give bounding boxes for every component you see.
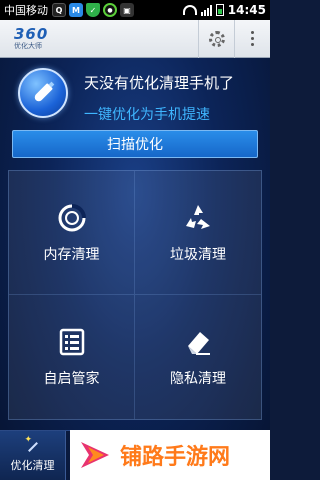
lock-icon: ▣ xyxy=(120,3,134,17)
shield-icon: ✓ xyxy=(86,3,100,17)
rocket-icon xyxy=(33,83,53,103)
feature-grid: 内存清理 垃圾清理 自启管家 隐私清理 xyxy=(8,170,262,420)
usage-ring-icon: ● xyxy=(103,3,117,17)
memory-clean-icon xyxy=(58,203,86,231)
tile-memory-clean[interactable]: 内存清理 xyxy=(9,171,135,295)
overflow-menu-icon xyxy=(251,31,254,46)
tile-label: 内存清理 xyxy=(43,246,100,263)
status-bar: 中国移动 Q M ✓ ● ▣ 14:45 xyxy=(0,0,270,20)
logo-text: 360 xyxy=(14,25,49,43)
gear-icon xyxy=(208,30,225,47)
hero-subtitle: 一键优化为手机提速 xyxy=(84,107,210,123)
app-root: 中国移动 Q M ✓ ● ▣ 14:45 360 优化大师 天没有优化清理手机了… xyxy=(0,0,270,480)
watermark-logo xyxy=(81,442,109,468)
eraser-icon xyxy=(188,332,210,355)
hero-title: 天没有优化清理手机了 xyxy=(84,74,235,92)
magic-wand-icon xyxy=(25,435,40,453)
mail-icon: M xyxy=(69,3,83,17)
tile-startup-manager[interactable]: 自启管家 xyxy=(9,295,135,419)
tab-optimize-clean[interactable]: 优化清理 xyxy=(0,431,66,480)
app-header: 360 优化大师 xyxy=(0,19,270,58)
tile-label: 隐私清理 xyxy=(170,371,226,387)
carrier-label: 中国移动 xyxy=(4,4,48,17)
app-logo: 360 优化大师 xyxy=(14,27,48,50)
tile-junk-clean[interactable]: 垃圾清理 xyxy=(135,171,261,295)
tile-label: 自启管家 xyxy=(43,371,100,387)
scan-optimize-button[interactable]: 扫描优化 xyxy=(12,130,258,158)
signal-icon xyxy=(200,4,212,16)
rocket-badge[interactable] xyxy=(18,68,68,118)
settings-button[interactable] xyxy=(198,19,234,58)
battery-icon xyxy=(215,4,224,16)
startup-manager-icon xyxy=(59,328,84,356)
recycle-icon xyxy=(186,204,210,229)
qq-icon: Q xyxy=(52,3,66,17)
watermark-text: 铺路手游网 xyxy=(120,445,231,470)
wifi-icon xyxy=(182,5,197,15)
tile-label: 垃圾清理 xyxy=(170,246,226,263)
logo-subtext: 优化大师 xyxy=(14,42,42,50)
clock: 14:45 xyxy=(227,3,266,17)
watermark-banner: 铺路手游网 xyxy=(70,430,270,480)
tab-label: 优化清理 xyxy=(10,459,55,472)
more-menu-button[interactable] xyxy=(234,19,270,58)
tile-privacy-clean[interactable]: 隐私清理 xyxy=(135,295,261,419)
